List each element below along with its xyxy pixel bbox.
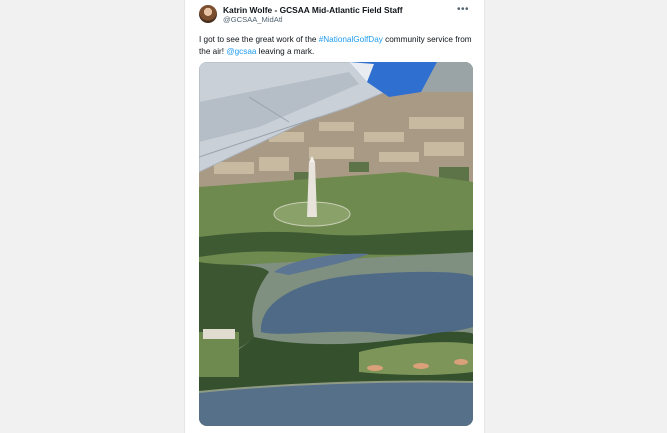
tweet-header: Katrin Wolfe - GCSAA Mid-Atlantic Field … — [199, 5, 474, 27]
author-names: Katrin Wolfe - GCSAA Mid-Atlantic Field … — [223, 5, 403, 25]
tweet-text-part1: I got to see the great work of the — [199, 35, 319, 44]
tweet-photo[interactable] — [199, 62, 473, 426]
avatar[interactable] — [199, 5, 217, 23]
tweet-text-part3: leaving a mark. — [256, 47, 315, 56]
mention-link[interactable]: @gcsaa — [226, 47, 256, 56]
aerial-photo — [199, 62, 473, 426]
ellipsis-icon[interactable]: ••• — [457, 5, 469, 15]
author-display-name[interactable]: Katrin Wolfe - GCSAA Mid-Atlantic Field … — [223, 5, 403, 15]
author-handle[interactable]: @GCSAA_MidAtl — [223, 15, 403, 25]
tweet-text: I got to see the great work of the #Nati… — [199, 34, 479, 58]
tweet-card[interactable]: Katrin Wolfe - GCSAA Mid-Atlantic Field … — [184, 0, 485, 433]
hashtag-link[interactable]: #NationalGolfDay — [319, 35, 383, 44]
